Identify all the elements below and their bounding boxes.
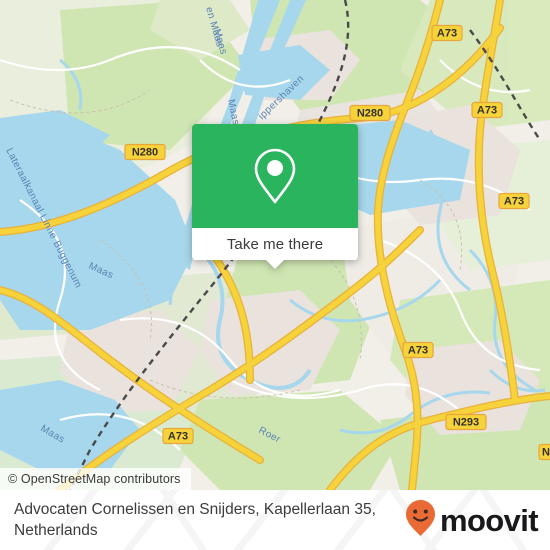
road-shield: A73 bbox=[431, 24, 463, 42]
road-shield: N280 bbox=[349, 104, 391, 122]
footer-bar: Advocaten Cornelissen en Snijders, Kapel… bbox=[0, 490, 550, 550]
road-shield-label: N280 bbox=[357, 108, 383, 120]
place-name: Advocaten Cornelissen en Snijders, Kapel… bbox=[14, 501, 376, 539]
moovit-wordmark: moovit bbox=[439, 502, 539, 538]
location-pin-icon bbox=[252, 147, 298, 205]
road-shield: N bbox=[538, 443, 550, 461]
road-shield-label: N293 bbox=[453, 417, 479, 429]
callout-card-body: Take me there bbox=[192, 124, 358, 260]
moovit-smiley-pin-icon bbox=[405, 499, 436, 542]
road-shield: A73 bbox=[471, 101, 503, 119]
road-shield: N293 bbox=[445, 413, 487, 431]
road-shield-label: A73 bbox=[408, 345, 428, 357]
screenshot-root: Maas en Maas Maas Maas Maas Roer Lateraalkanaa… bbox=[0, 0, 550, 550]
osm-attribution-text: © OpenStreetMap contributors bbox=[8, 472, 181, 486]
callout-card-header bbox=[192, 124, 358, 228]
road-shield: A73 bbox=[402, 341, 434, 359]
callout-card-action[interactable]: Take me there bbox=[192, 228, 358, 260]
road-shield: A73 bbox=[498, 192, 530, 210]
moovit-logo[interactable]: moovit bbox=[405, 499, 539, 542]
road-shield-label: A73 bbox=[168, 431, 188, 443]
callout-card-tail bbox=[266, 260, 284, 269]
road-shield: N280 bbox=[124, 143, 166, 161]
road-shield-label: N bbox=[542, 447, 550, 459]
osm-attribution[interactable]: © OpenStreetMap contributors bbox=[0, 468, 191, 490]
road-shield-label: A73 bbox=[504, 196, 524, 208]
road-shield: A73 bbox=[162, 427, 194, 445]
road-shield-label: N280 bbox=[132, 147, 158, 159]
take-me-there-label: Take me there bbox=[226, 235, 324, 253]
road-shield-label: A73 bbox=[477, 105, 497, 117]
road-shield-label: A73 bbox=[437, 28, 457, 40]
map-callout-card[interactable]: Take me there bbox=[192, 124, 358, 269]
